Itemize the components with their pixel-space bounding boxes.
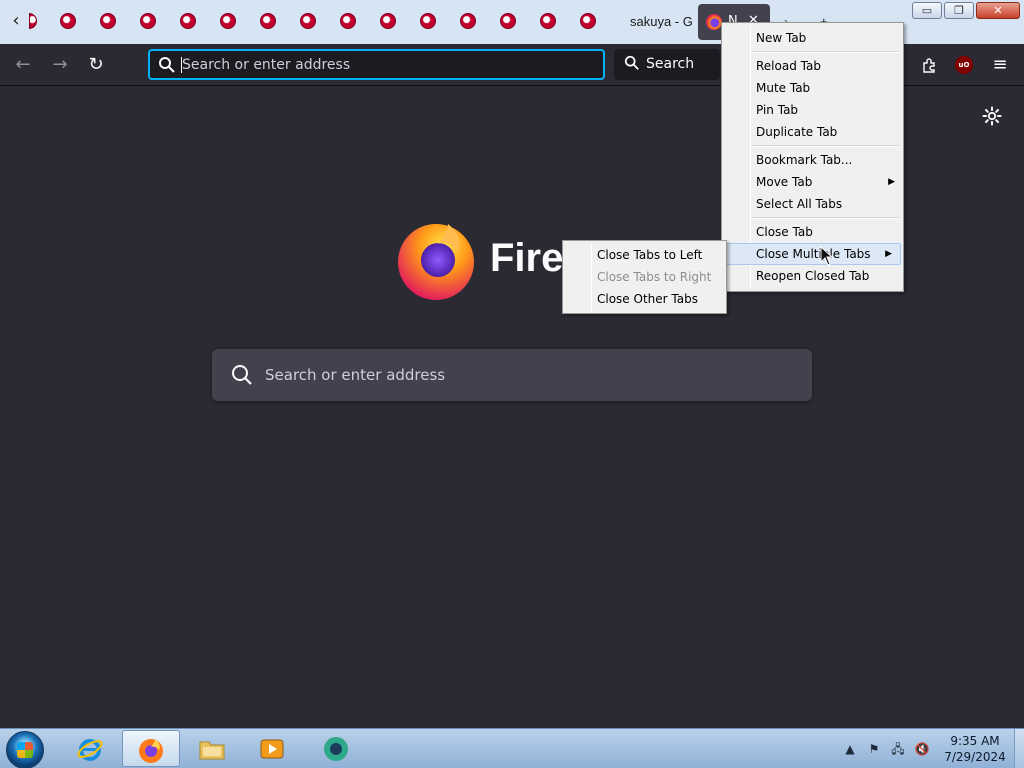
search-icon <box>232 365 252 385</box>
menu-item-move-tab[interactable]: Move Tab ▶ <box>722 171 903 193</box>
pinned-tab-icon[interactable] <box>380 13 396 29</box>
pinned-tab-icon[interactable] <box>460 13 476 29</box>
back-icon[interactable]: ← <box>10 52 36 78</box>
restore-icon[interactable]: ❐ <box>944 2 974 19</box>
action-center-flag-icon[interactable]: ⚑ <box>866 741 882 757</box>
pinned-tab-icon[interactable] <box>580 13 596 29</box>
menu-item-close-tabs-to-right[interactable]: Close Tabs to Right <box>563 266 726 288</box>
chat-app-icon <box>324 737 348 761</box>
folder-icon <box>199 741 225 760</box>
menu-icon[interactable]: ≡ <box>987 52 1013 78</box>
taskbar-media-player[interactable] <box>244 730 302 767</box>
menu-item-close-other-tabs[interactable]: Close Other Tabs <box>563 288 726 310</box>
menu-item-close-tab[interactable]: Close Tab <box>722 221 903 243</box>
pinned-tab-icon[interactable] <box>260 13 276 29</box>
menu-item-close-multiple-tabs[interactable]: Close Multiple Tabs ▶ <box>724 243 901 265</box>
start-button-icon[interactable] <box>6 731 44 768</box>
text-caret <box>181 57 182 73</box>
close-multiple-tabs-submenu: Close Tabs to Left Close Tabs to Right C… <box>562 240 727 314</box>
extensions-icon[interactable] <box>916 52 942 78</box>
search-icon <box>159 57 175 73</box>
pinned-tab-icon[interactable] <box>180 13 196 29</box>
clock-time: 9:35 AM <box>950 734 1000 748</box>
firefox-wordmark: Fire <box>490 236 564 280</box>
search-bar-label: Search <box>646 56 695 72</box>
taskbar-file-explorer[interactable] <box>184 730 242 767</box>
menu-item-move-tab-label: Move Tab <box>756 175 813 189</box>
newtab-search-placeholder: Search or enter address <box>265 366 446 384</box>
volume-muted-icon[interactable]: 🔇 <box>914 741 930 757</box>
submenu-arrow-icon: ▶ <box>888 177 895 187</box>
menu-item-close-tabs-to-left[interactable]: Close Tabs to Left <box>563 244 726 266</box>
pinned-tab-icon[interactable] <box>500 13 516 29</box>
menu-item-pin-tab[interactable]: Pin Tab <box>722 99 903 121</box>
forward-icon[interactable]: → <box>47 52 73 78</box>
menu-item-select-all-tabs[interactable]: Select All Tabs <box>722 193 903 215</box>
pinned-tab-icon[interactable] <box>220 13 236 29</box>
pinned-tab-icon[interactable] <box>100 13 116 29</box>
menu-item-close-multiple-tabs-label: Close Multiple Tabs <box>756 247 871 261</box>
window-controls: ▭ ❐ ✕ <box>912 2 1020 19</box>
menu-item-reload-tab[interactable]: Reload Tab <box>722 55 903 77</box>
menu-item-mute-tab[interactable]: Mute Tab <box>722 77 903 99</box>
taskbar-app[interactable] <box>308 730 366 767</box>
show-hidden-icons-icon[interactable]: ▲ <box>842 741 858 757</box>
firefox-icon <box>139 739 163 763</box>
minimize-icon[interactable]: ▭ <box>912 2 942 19</box>
search-bar[interactable]: Search <box>614 49 720 80</box>
url-input[interactable] <box>182 55 592 75</box>
pinned-tab-icon[interactable] <box>420 13 436 29</box>
taskbar-firefox[interactable] <box>122 730 180 767</box>
media-player-icon <box>260 739 284 759</box>
search-icon <box>624 55 639 70</box>
menu-item-new-tab[interactable]: New Tab <box>722 27 903 49</box>
close-window-icon[interactable]: ✕ <box>976 2 1020 19</box>
ublock-origin-icon[interactable]: uO <box>955 56 973 74</box>
firefox-favicon-icon <box>706 14 722 30</box>
taskbar-internet-explorer[interactable] <box>62 730 120 767</box>
settings-gear-icon[interactable] <box>980 104 1004 128</box>
clock-date: 7/29/2024 <box>944 750 1006 764</box>
show-desktop-button[interactable] <box>1014 729 1024 768</box>
newtab-search-box[interactable]: Search or enter address <box>212 349 812 401</box>
reload-icon[interactable]: ↻ <box>83 52 109 78</box>
tab-context-menu: New Tab Reload Tab Mute Tab Pin Tab Dupl… <box>721 22 904 292</box>
menu-item-reopen-closed-tab[interactable]: Reopen Closed Tab <box>722 265 903 287</box>
firefox-logo-icon <box>396 216 486 306</box>
pinned-tab-icon[interactable] <box>340 13 356 29</box>
submenu-arrow-icon: ▶ <box>885 249 892 259</box>
mouse-pointer-icon <box>820 246 834 266</box>
internet-explorer-icon <box>77 739 103 761</box>
pinned-tab-icon[interactable] <box>140 13 156 29</box>
scroll-tabs-left-icon[interactable]: ‹ <box>6 10 26 34</box>
pinned-tab-icon[interactable] <box>300 13 316 29</box>
system-clock[interactable]: 9:35 AM 7/29/2024 <box>940 733 1010 765</box>
network-icon[interactable]: 🖧 <box>890 741 906 757</box>
pinned-tab-icon[interactable] <box>60 13 76 29</box>
windows-taskbar: ▲ ⚑ 🖧 🔇 9:35 AM 7/29/2024 <box>0 728 1024 768</box>
menu-item-duplicate-tab[interactable]: Duplicate Tab <box>722 121 903 143</box>
pinned-tab-icon[interactable] <box>29 13 37 29</box>
menu-item-bookmark-tab[interactable]: Bookmark Tab... <box>722 149 903 171</box>
pinned-tab-icon[interactable] <box>540 13 556 29</box>
tab-title[interactable]: sakuya - G <box>630 14 693 29</box>
url-bar[interactable] <box>148 49 605 80</box>
